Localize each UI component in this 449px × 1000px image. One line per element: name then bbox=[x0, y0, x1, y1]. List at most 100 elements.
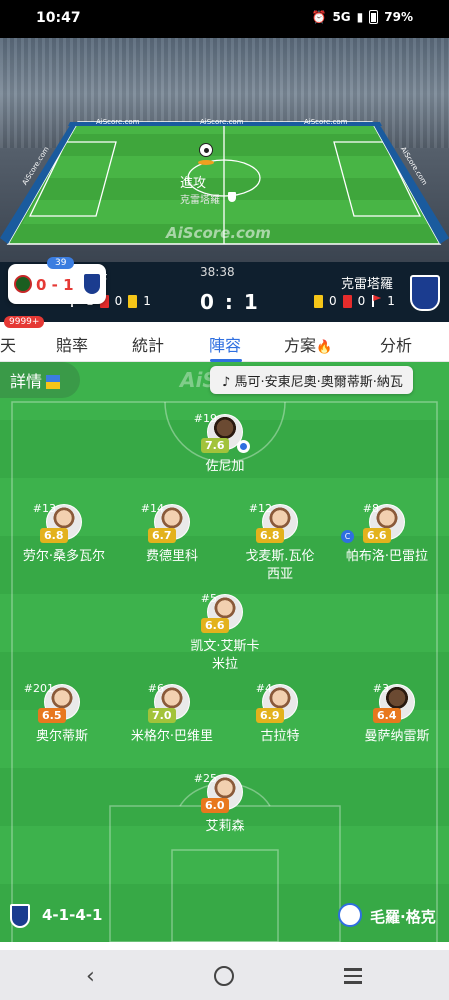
player-rating: 6.0 bbox=[201, 798, 229, 813]
away-corners: 1 bbox=[387, 294, 395, 308]
player-rating: 6.8 bbox=[40, 528, 68, 543]
tab-analysis[interactable]: 分析 bbox=[380, 332, 412, 356]
tab-chat[interactable]: 天 bbox=[0, 332, 16, 356]
player-rating: 7.6 bbox=[201, 438, 229, 453]
floating-score-widget[interactable]: 39 0 - 1 bbox=[8, 257, 106, 304]
home-team-logo bbox=[14, 275, 32, 293]
count-badge: 9999+ bbox=[4, 316, 45, 328]
player-number: #14 bbox=[140, 502, 164, 515]
player-number: #12 bbox=[248, 502, 272, 515]
player-name: 佐尼加 bbox=[205, 459, 245, 474]
player-name: 曼萨纳雷斯 bbox=[364, 729, 430, 744]
match-clock: 38:38 bbox=[200, 265, 235, 279]
team-logo bbox=[10, 904, 30, 928]
player-number: #13 bbox=[32, 502, 56, 515]
battery-icon bbox=[369, 10, 379, 24]
player-name: 费德里科 bbox=[145, 549, 198, 564]
formation-label: 4-1-4-1 bbox=[42, 906, 103, 924]
away-yellow: 0 bbox=[329, 294, 337, 308]
tab-plans[interactable]: 方案🔥 bbox=[284, 332, 332, 356]
player-rating: 6.4 bbox=[373, 708, 401, 723]
recent-apps-icon[interactable] bbox=[344, 968, 362, 988]
attack-label: 進攻 bbox=[180, 176, 207, 191]
formation-bar: 4-1-4-1 毛羅·格克 bbox=[0, 896, 449, 934]
player-number: #8 bbox=[362, 502, 379, 515]
divider bbox=[0, 942, 449, 950]
status-icons: ⏰ 5G ▮ 79% bbox=[311, 10, 413, 24]
player-name: 凯文·艾斯卡米拉 bbox=[190, 639, 260, 672]
player-number: #5 bbox=[200, 592, 217, 605]
away-team-logo[interactable] bbox=[410, 275, 440, 311]
corner-icon bbox=[371, 295, 381, 307]
away-stats: 0 0 1 bbox=[314, 294, 395, 308]
status-bar: 10:47 ⏰ 5G ▮ 79% bbox=[0, 0, 449, 38]
player-name: 奥尔蒂斯 bbox=[35, 729, 88, 744]
tab-odds[interactable]: 賠率 bbox=[56, 332, 88, 356]
home-coach-name: 馬可·安東尼奧·奧爾蒂斯·納瓦 bbox=[234, 375, 403, 390]
lineup-pitch: AiS 詳情 ♪ 馬可·安東尼奧·奧爾蒂斯·納瓦 #19 7.6 佐尼加 #13… bbox=[0, 362, 449, 942]
player-name: 劳尔·桑多瓦尔 bbox=[22, 549, 106, 564]
player-rating: 6.9 bbox=[256, 708, 284, 723]
player-rating: 6.7 bbox=[148, 528, 176, 543]
player-name: 戈麦斯.瓦伦西亚 bbox=[245, 549, 315, 582]
animation-watermark: AiScore.com bbox=[166, 224, 271, 242]
ad-board-text: AiScore.com bbox=[200, 118, 244, 126]
player-number: #6 bbox=[147, 682, 164, 695]
captain-badge: C bbox=[341, 530, 354, 543]
details-flag-icon bbox=[46, 375, 61, 389]
player-number: #3 bbox=[372, 682, 389, 695]
red-card-icon bbox=[342, 294, 352, 308]
player-name: 古拉特 bbox=[260, 729, 300, 744]
back-icon[interactable]: ‹ bbox=[86, 964, 95, 989]
ad-board-text: AiScore.com bbox=[96, 118, 140, 126]
mini-score-value: 0 - 1 bbox=[36, 276, 74, 294]
live-animation[interactable]: AiScore.com AiScore.com AiScore.com AiSc… bbox=[0, 38, 449, 262]
player-number: #4 bbox=[255, 682, 272, 695]
player-name: 艾莉森 bbox=[205, 819, 245, 834]
attack-team-logo-icon bbox=[228, 192, 236, 202]
yellow-card-icon bbox=[128, 294, 138, 308]
clock: 10:47 bbox=[36, 10, 81, 26]
battery-level: 79% bbox=[384, 10, 413, 24]
player-rating: 6.6 bbox=[201, 618, 229, 633]
home-icon[interactable] bbox=[214, 966, 234, 986]
goal-ball-icon bbox=[237, 440, 250, 453]
home-coach-pill[interactable]: ♪ 馬可·安東尼奧·奧爾蒂斯·納瓦 bbox=[210, 366, 413, 394]
away-red: 0 bbox=[357, 294, 366, 308]
ad-board-text: AiScore.com bbox=[304, 118, 348, 126]
player-rating: 7.0 bbox=[148, 708, 176, 723]
away-team-name: 克雷塔羅 bbox=[341, 277, 394, 292]
match-score: 0 : 1 bbox=[200, 290, 260, 314]
coach-name[interactable]: 毛羅·格克 bbox=[370, 906, 436, 927]
tab-stats[interactable]: 統計 bbox=[132, 332, 164, 356]
tab-lineup[interactable]: 陣容 bbox=[209, 332, 241, 356]
coach-avatar bbox=[338, 903, 362, 927]
alarm-icon: ⏰ bbox=[311, 10, 327, 24]
fire-icon: 🔥 bbox=[316, 340, 333, 355]
player-rating: 6.6 bbox=[363, 528, 391, 543]
tab-bar: 9999+ 天 賠率 統計 陣容 方案🔥 分析 bbox=[0, 316, 449, 362]
ball-icon bbox=[199, 143, 213, 157]
whistle-icon: ♪ bbox=[222, 375, 235, 390]
network-label: 5G bbox=[332, 10, 351, 24]
player-number: #19 bbox=[193, 412, 217, 425]
ball-marker-icon bbox=[198, 160, 214, 165]
player-rating: 6.5 bbox=[38, 708, 66, 723]
home-red: 0 bbox=[114, 294, 123, 308]
yellow-card-icon bbox=[314, 294, 323, 308]
home-yellow: 1 bbox=[143, 294, 151, 308]
signal-icon: ▮ bbox=[356, 10, 364, 24]
player-name: 帕布洛·巴雷拉 bbox=[345, 549, 429, 564]
details-button[interactable]: 詳情 bbox=[0, 362, 80, 398]
tab-plans-label: 方案 bbox=[284, 336, 317, 355]
viewer-count-badge: 39 bbox=[47, 257, 75, 269]
player-number: #25 bbox=[193, 772, 217, 785]
home-team-partial-name: F bbox=[100, 273, 108, 288]
player-number: #201 bbox=[23, 682, 54, 695]
system-nav-bar: ‹ bbox=[0, 950, 449, 1000]
player-rating: 6.8 bbox=[256, 528, 284, 543]
player-name: 米格尔·巴维里 bbox=[130, 729, 214, 744]
away-team-logo bbox=[84, 274, 100, 294]
attack-team: 克雷塔羅 bbox=[180, 195, 220, 206]
details-label: 詳情 bbox=[10, 372, 43, 391]
